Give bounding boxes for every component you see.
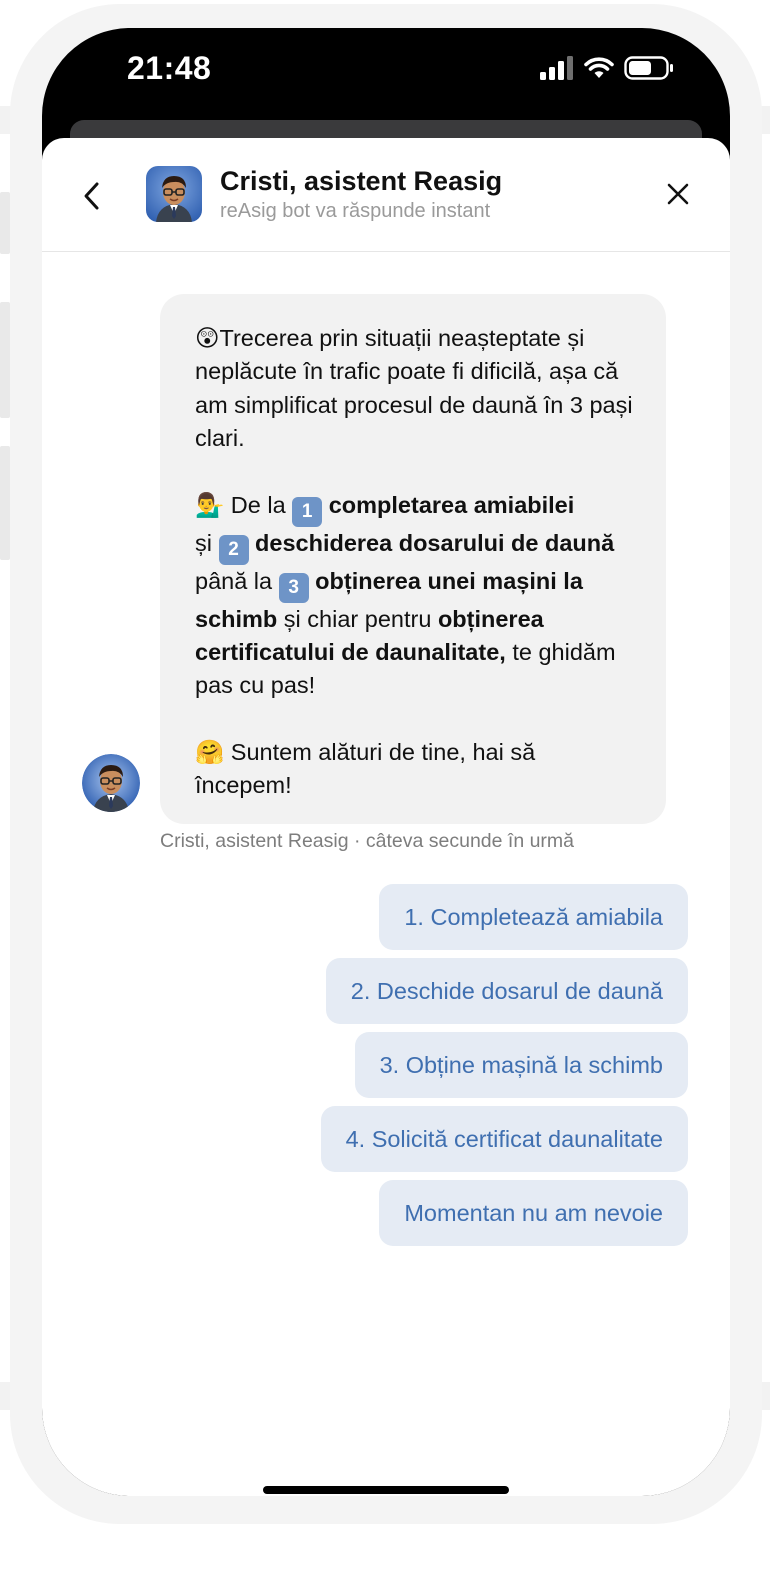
quick-reply-completeaza-amiabila[interactable]: 1. Completează amiabila (379, 884, 688, 950)
keycap-2-icon: 2 (218, 534, 249, 565)
bot-message-avatar (82, 754, 140, 812)
status-bar: 21:48 (42, 28, 730, 128)
battery-icon (624, 56, 673, 80)
message-paragraph-steps: 💁‍♂️ De la 1 completarea amiabilei și 2 d… (195, 489, 638, 703)
step-deschidere-dosar: deschiderea dosarului de daună (255, 529, 615, 556)
chat-title: Cristi, asistent Reasig (220, 166, 503, 196)
message-meta: Cristi, asistent Reasig · câteva secunde… (160, 830, 575, 852)
quick-reply-certificat-daunalitate[interactable]: 4. Solicită certificat daunalitate (320, 1106, 688, 1172)
message-paragraph-intro: 😲Trecerea prin situații neașteptate și n… (195, 322, 638, 456)
close-button[interactable] (662, 178, 694, 210)
message-text: și chiar pentru (277, 605, 438, 632)
quick-reply-deschide-dosar[interactable]: 2. Deschide dosarul de daună (325, 958, 688, 1024)
astonished-emoji: 😲 (195, 325, 220, 351)
background-bar (0, 446, 10, 560)
chat-header: Cristi, asistent Reasig reAsig bot va ră… (42, 138, 730, 252)
person-tipping-hand-emoji: 💁‍♂️ (195, 491, 225, 518)
message-outro-text: Suntem alături de tine, hai să începem! (195, 738, 536, 799)
chat-subtitle: reAsig bot va răspunde instant (220, 200, 491, 222)
message-paragraph-outro: 🤗 Suntem alături de tine, hai să începem… (195, 736, 638, 803)
quick-reply-masina-schimb[interactable]: 3. Obține mașină la schimb (354, 1032, 688, 1098)
assistant-avatar (146, 166, 202, 222)
keycap-3-icon: 3 (278, 572, 309, 603)
keycap-1-icon: 1 (292, 496, 323, 527)
signal-icon (540, 56, 573, 80)
hugging-face-emoji: 🤗 (195, 738, 225, 765)
message-text: până la (195, 567, 279, 594)
wifi-icon (584, 57, 614, 78)
status-icons (540, 56, 674, 80)
status-time: 21:48 (127, 50, 212, 86)
bot-message-bubble: 😲Trecerea prin situații neașteptate și n… (160, 294, 666, 824)
step-completare-amiabila: completarea amiabilei (328, 491, 575, 518)
quick-reply-nu-am-nevoie[interactable]: Momentan nu am nevoie (379, 1180, 688, 1246)
close-icon (667, 183, 689, 205)
message-text: și (195, 529, 219, 556)
quick-replies: 1. Completează amiabila 2. Deschide dosa… (320, 884, 688, 1246)
background-bar (0, 302, 10, 418)
phone-screen: 21:48 Cristi, asistent Reasig reAsig bot… (42, 28, 730, 1496)
back-button[interactable] (78, 178, 106, 214)
background-bar (0, 192, 10, 254)
home-indicator (263, 1486, 509, 1494)
back-chevron-icon (84, 182, 99, 210)
chat-sheet: Cristi, asistent Reasig reAsig bot va ră… (42, 138, 730, 1496)
message-intro-text: Trecerea prin situații neașteptate și ne… (195, 325, 633, 452)
message-text: De la (224, 491, 293, 518)
